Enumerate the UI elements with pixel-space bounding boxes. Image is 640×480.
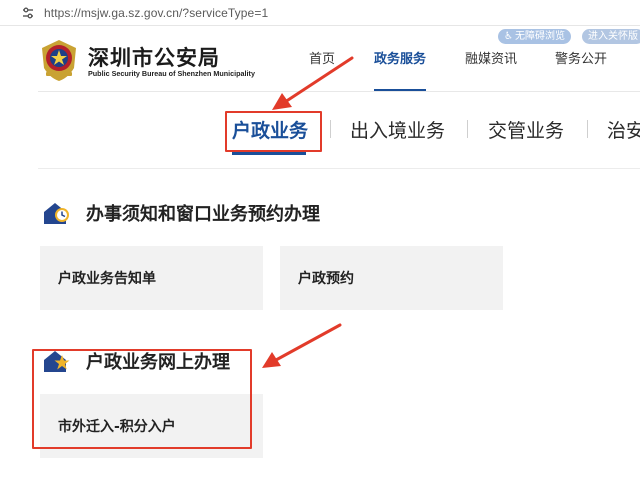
card-label: 户政业务告知单 [58,271,156,287]
annotation-box-tab [225,111,322,152]
tab-traffic[interactable]: 交管业务 [488,116,564,143]
card-notice-form[interactable]: 户政业务告知单 [40,246,263,310]
tab-active-indicator [232,152,306,155]
annotation-box-online [32,349,252,449]
nav-home[interactable]: 首页 [309,48,335,67]
nav-police-affairs[interactable]: 警务公开 [555,48,607,67]
url-text[interactable]: https://msjw.ga.sz.gov.cn/?serviceType=1 [44,6,268,20]
elder-mode-button[interactable]: 进入关怀版 [582,29,640,44]
tab-separator [467,120,468,138]
accessibility-label: 无障碍浏览 [514,31,565,42]
card-appointment[interactable]: 户政预约 [280,246,503,310]
annotation-arrow-bottom [262,323,342,368]
tab-exit-entry[interactable]: 出入境业务 [350,116,445,143]
site-header: 深圳市公安局 Public Security Bureau of Shenzhe… [0,26,640,92]
top-nav: 首页 政务服务 融媒资讯 警务公开 [0,48,640,68]
wheelchair-icon: ♿ [504,31,513,42]
tabs-divider [38,168,640,169]
card-label: 户政预约 [298,271,354,287]
accessibility-button[interactable]: ♿ 无障碍浏览 [498,29,571,44]
brand-subtitle: Public Security Bureau of Shenzhen Munic… [88,69,255,78]
section-appointment-header: 办事须知和窗口业务预约办理 [42,200,320,226]
elder-mode-label: 进入关怀版 [588,31,638,42]
tab-separator [330,120,331,138]
tab-separator [587,120,588,138]
section-title: 办事须知和窗口业务预约办理 [86,204,320,225]
clock-building-icon [42,200,72,226]
nav-government-services[interactable]: 政务服务 [374,48,426,67]
address-bar[interactable]: https://msjw.ga.sz.gov.cn/?serviceType=1 [0,0,640,26]
site-settings-icon[interactable] [20,5,36,21]
nav-media-news[interactable]: 融媒资讯 [465,48,517,67]
tab-public-order[interactable]: 治安 [607,116,640,143]
